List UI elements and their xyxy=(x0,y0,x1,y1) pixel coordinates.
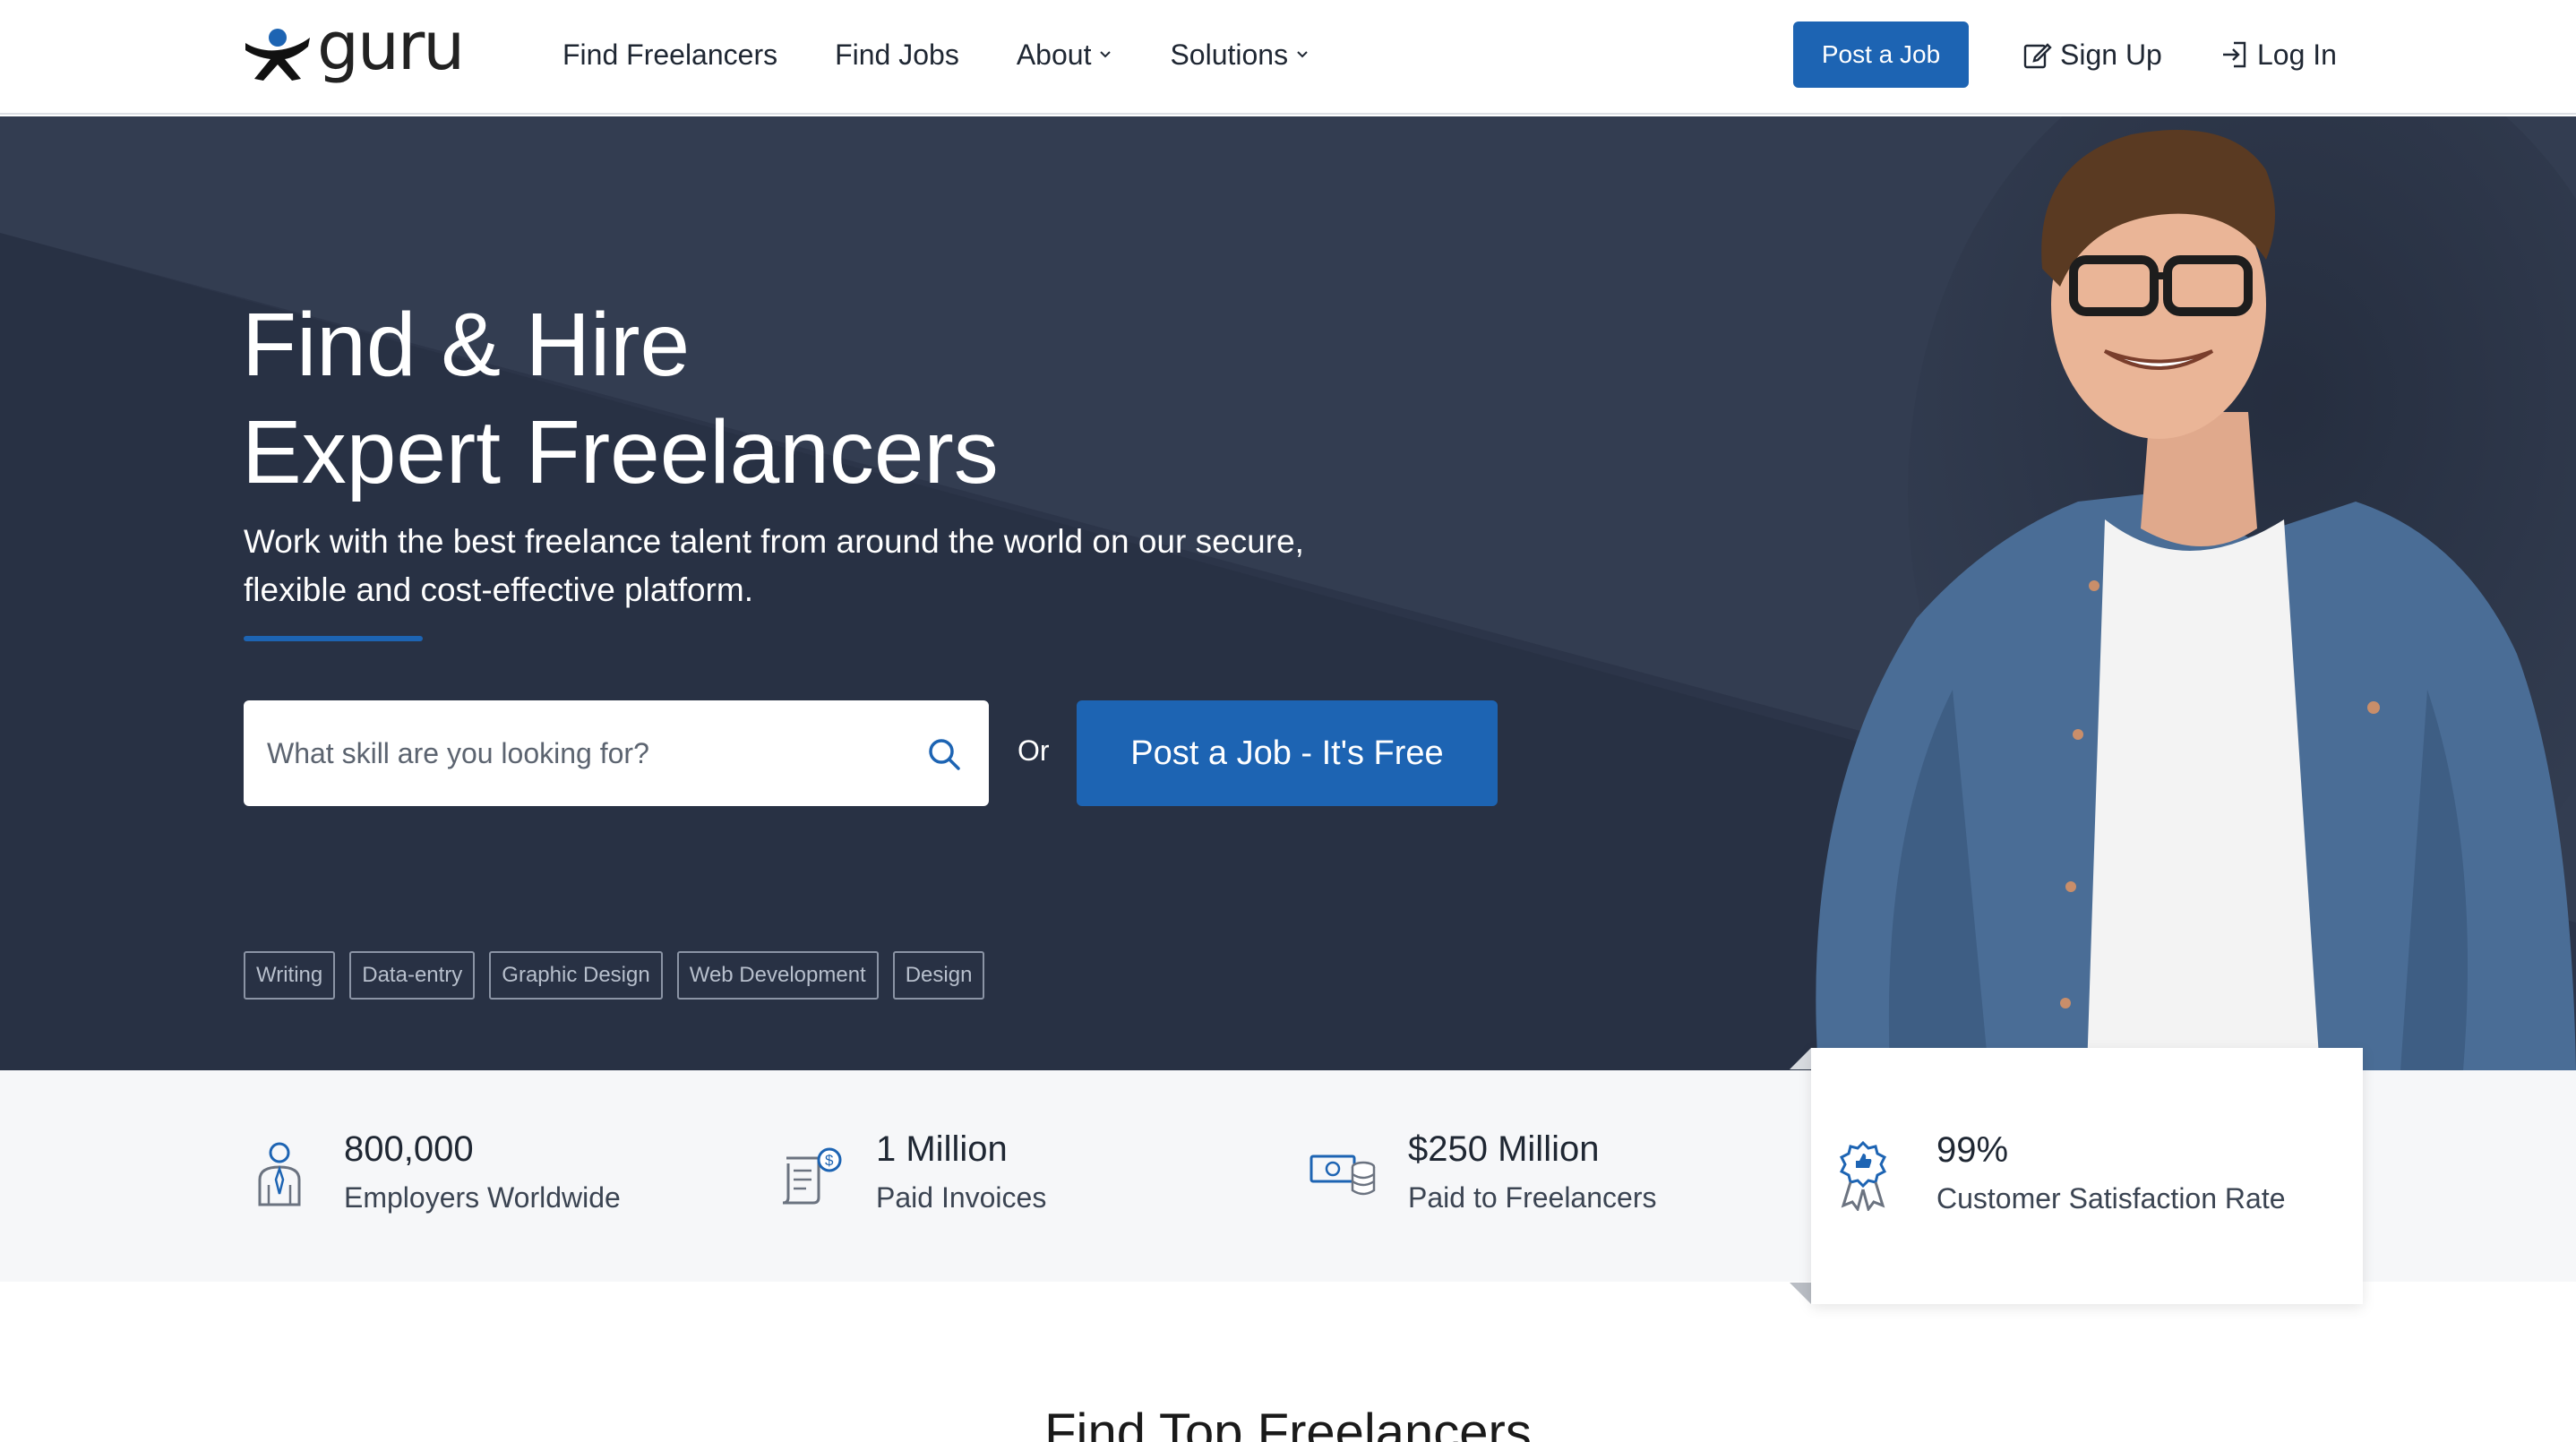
award-icon xyxy=(1839,1140,1887,1211)
guru-logo[interactable]: guru xyxy=(242,13,479,82)
nav-find-jobs[interactable]: Find Jobs xyxy=(835,39,959,72)
hero-title-line-1: Find & Hire xyxy=(242,295,691,395)
stat-invoices-value: 1 Million xyxy=(876,1129,1008,1169)
stat-employers: 800,000 Employers Worldwide xyxy=(256,1070,704,1282)
tag-data-entry[interactable]: Data-entry xyxy=(349,951,476,1000)
hero-title-line-2: Expert Freelancers xyxy=(242,402,999,502)
hero-divider xyxy=(244,636,423,641)
hero-section: Find & Hire Expert Freelancers Work with… xyxy=(0,116,2576,1070)
chevron-down-icon xyxy=(1100,51,1112,58)
edit-icon xyxy=(2023,43,2052,69)
svg-text:$: $ xyxy=(825,1152,834,1169)
or-label: Or xyxy=(1018,734,1050,767)
card-fold-top xyxy=(1790,1048,1811,1069)
stat-paid-value: $250 Million xyxy=(1408,1129,1600,1169)
nav-find-freelancers[interactable]: Find Freelancers xyxy=(562,39,777,72)
stat-invoices: $ 1 Million Paid Invoices xyxy=(779,1070,1245,1282)
nav-find-freelancers-label: Find Freelancers xyxy=(562,38,778,71)
tag-design[interactable]: Design xyxy=(892,951,985,1000)
stat-invoices-label: Paid Invoices xyxy=(876,1181,1047,1214)
skill-search-box[interactable] xyxy=(244,700,989,806)
login-icon xyxy=(2223,41,2246,68)
post-job-button[interactable]: Post a Job xyxy=(1793,21,1969,88)
nav-about[interactable]: About xyxy=(1017,39,1113,72)
nav-solutions[interactable]: Solutions xyxy=(1170,39,1309,72)
site-header: guru Find Freelancers Find Jobs About So… xyxy=(0,0,2576,115)
sign-up-link[interactable]: Sign Up xyxy=(2022,21,2162,88)
nav-about-label: About xyxy=(1016,38,1092,71)
guru-logo-icon xyxy=(245,29,310,81)
stat-paid: $250 Million Paid to Freelancers xyxy=(1309,1070,1793,1282)
log-in-label: Log In xyxy=(2257,38,2337,71)
money-icon xyxy=(1309,1154,1376,1196)
main-nav: Find Freelancers Find Jobs About Solutio… xyxy=(562,0,1367,109)
stat-satisfaction-value: 99% xyxy=(1936,1130,2009,1170)
nav-solutions-label: Solutions xyxy=(1170,38,1289,71)
hero-person-image xyxy=(1816,116,2576,1070)
popular-skill-tags: Writing Data-entry Graphic Design Web De… xyxy=(244,951,999,1000)
log-in-link[interactable]: Log In xyxy=(2220,21,2337,88)
search-icon[interactable] xyxy=(926,736,962,772)
invoice-icon: $ xyxy=(782,1147,842,1205)
post-job-free-button[interactable]: Post a Job - It's Free xyxy=(1077,700,1498,806)
employer-icon xyxy=(258,1142,301,1206)
nav-find-jobs-label: Find Jobs xyxy=(835,38,959,71)
stat-employers-value: 800,000 xyxy=(344,1129,474,1169)
skill-search-input[interactable] xyxy=(244,736,871,770)
sign-up-label: Sign Up xyxy=(2060,38,2162,71)
tag-writing[interactable]: Writing xyxy=(244,951,336,1000)
stat-paid-label: Paid to Freelancers xyxy=(1408,1181,1657,1214)
hero-title: Find & Hire Expert Freelancers xyxy=(242,291,999,506)
hero-subtitle: Work with the best freelance talent from… xyxy=(244,523,1304,608)
guru-logo-text: guru xyxy=(317,8,465,85)
stat-satisfaction-label: Customer Satisfaction Rate xyxy=(1936,1182,2286,1215)
card-fold-bottom xyxy=(1790,1283,1811,1304)
find-top-freelancers-heading: Find Top Freelancers xyxy=(1044,1403,1532,1442)
stat-employers-label: Employers Worldwide xyxy=(344,1181,621,1214)
tag-web-development[interactable]: Web Development xyxy=(676,951,879,1000)
stat-satisfaction-card: 99% Customer Satisfaction Rate xyxy=(1811,1048,2363,1304)
tag-graphic-design[interactable]: Graphic Design xyxy=(489,951,663,1000)
chevron-down-icon xyxy=(1297,51,1308,58)
